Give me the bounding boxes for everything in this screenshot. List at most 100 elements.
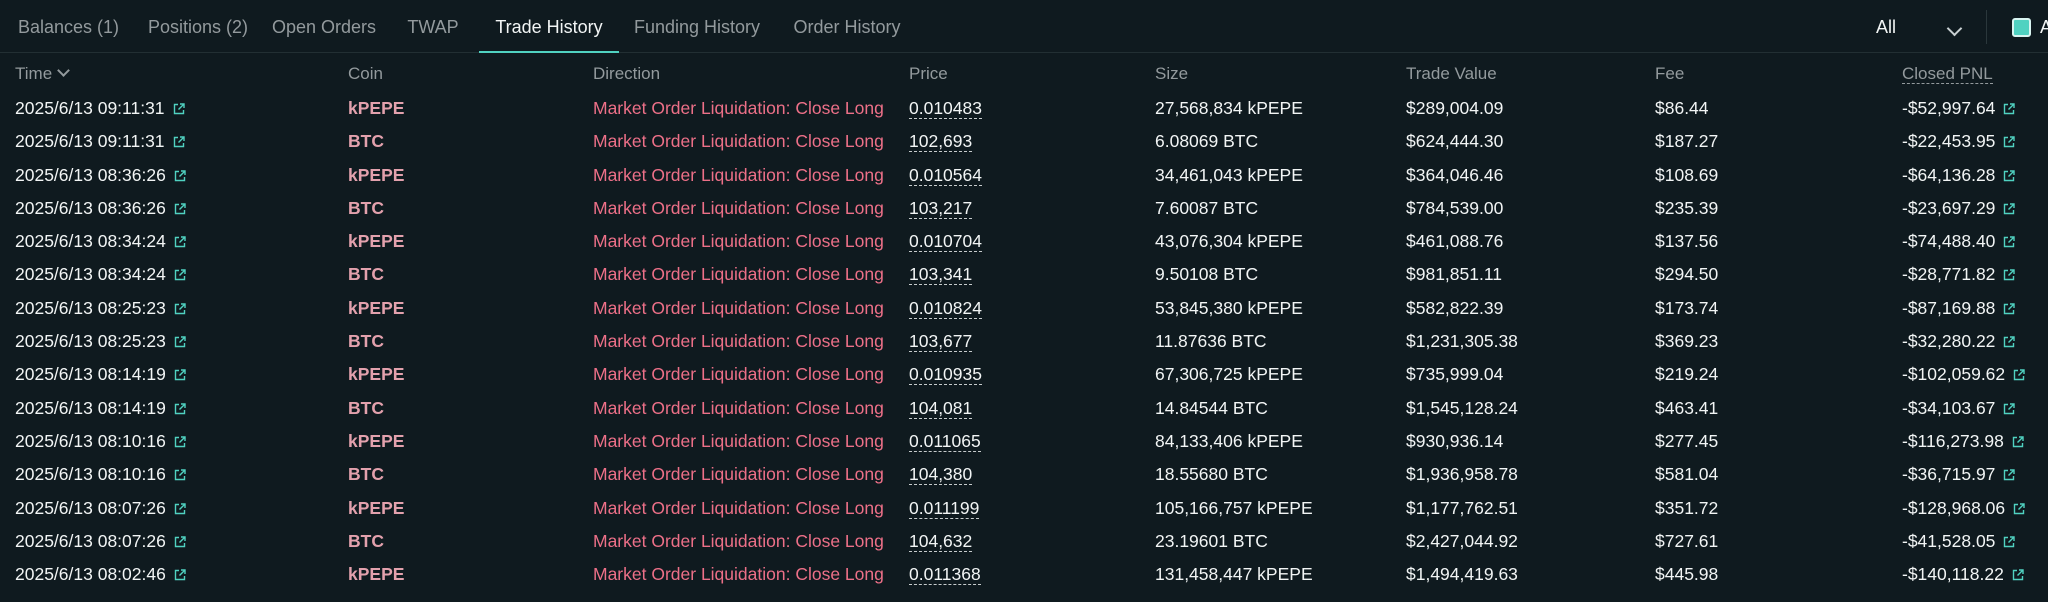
table-header: Time Coin Direction Price Size Trade Val… (0, 53, 2048, 95)
external-link-icon[interactable] (2012, 569, 2024, 581)
external-link-icon[interactable] (2003, 402, 2016, 415)
external-link-icon[interactable] (174, 269, 186, 281)
trade-coin[interactable]: BTC (348, 460, 384, 493)
trade-coin[interactable]: kPEPE (348, 227, 404, 260)
trade-coin[interactable]: kPEPE (348, 427, 404, 460)
tab-twap[interactable]: TWAP (389, 0, 477, 52)
trade-fee: $187.27 (1655, 131, 1719, 152)
trade-size: 84,133,406 kPEPE (1155, 430, 1303, 451)
trade-price: 0.010564 (909, 161, 982, 194)
trade-price: 103,217 (909, 194, 973, 227)
external-link-icon[interactable] (2003, 236, 2016, 248)
column-header-size: Size (1155, 64, 1189, 83)
external-link-icon[interactable] (174, 169, 186, 182)
column-header-price: Price (909, 64, 948, 83)
trade-coin[interactable]: kPEPE (348, 94, 404, 127)
trade-price-text: 0.010824 (909, 297, 982, 319)
trade-price: 103,341 (909, 260, 973, 293)
trade-time-text: 2025/6/13 08:14:19 (15, 364, 166, 385)
trade-coin[interactable]: BTC (348, 527, 384, 560)
trade-coin[interactable]: BTC (348, 194, 384, 227)
external-link-icon[interactable] (174, 303, 186, 315)
trade-coin[interactable]: BTC (348, 327, 384, 360)
external-link-icon[interactable] (2013, 502, 2025, 515)
trade-fee: $277.45 (1655, 430, 1719, 451)
table-row: 2025/6/13 08:14:19 kPEPE Market Order Liqu… (0, 360, 2048, 393)
chevron-down-icon[interactable] (1946, 20, 1963, 37)
trade-coin[interactable]: BTC (348, 260, 384, 293)
trade-time-text: 2025/6/13 09:11:31 (15, 131, 165, 152)
table-row: 2025/6/13 09:11:31 kPEPE Market Order Liqu… (0, 94, 2048, 127)
trade-value: $624,444.30 (1406, 131, 1504, 152)
trade-coin[interactable]: BTC (348, 127, 384, 160)
trade-direction: Market Order Liquidation: Close Long (593, 430, 884, 451)
external-link-icon[interactable] (2003, 469, 2016, 481)
trade-time-text: 2025/6/13 08:10:16 (15, 464, 166, 485)
trade-coin[interactable]: kPEPE (348, 161, 404, 194)
external-link-icon[interactable] (173, 136, 185, 148)
trade-time: 2025/6/13 08:36:26 (15, 194, 186, 227)
tab-positions[interactable]: Positions (2) (137, 0, 259, 52)
external-link-icon[interactable] (2003, 203, 2016, 215)
external-link-icon[interactable] (2003, 536, 2016, 548)
trade-coin[interactable]: BTC (348, 394, 384, 427)
external-link-icon[interactable] (174, 536, 186, 548)
trade-price-text: 102,693 (909, 131, 973, 153)
trade-time: 2025/6/13 08:25:23 (15, 294, 186, 327)
trade-coin[interactable]: kPEPE (348, 560, 404, 593)
trade-size: 43,076,304 kPEPE (1155, 231, 1303, 252)
external-link-icon[interactable] (174, 369, 186, 381)
trade-closed-pnl: -$140,118.22 (1902, 560, 2024, 593)
external-link-icon[interactable] (2003, 136, 2016, 148)
tab-order-history[interactable]: Order History (777, 0, 917, 52)
external-link-icon[interactable] (2013, 369, 2025, 381)
trade-price: 0.010824 (909, 294, 982, 327)
external-link-icon[interactable] (2003, 169, 2016, 182)
external-link-icon[interactable] (2003, 269, 2016, 281)
tab-trade-history[interactable]: Trade History (479, 0, 619, 53)
trade-coin[interactable]: kPEPE (348, 494, 404, 527)
external-link-icon[interactable] (174, 336, 186, 348)
table-row: 2025/6/13 08:34:24 BTC Market Order Liquid… (0, 260, 2048, 293)
external-link-icon[interactable] (173, 103, 185, 115)
trade-history-panel: Balances (1) Positions (2) Open Orders T… (0, 0, 2048, 602)
trade-time-text: 2025/6/13 08:02:46 (15, 564, 166, 585)
trade-time-text: 2025/6/13 08:34:24 (15, 264, 166, 285)
trade-closed-pnl: -$41,528.05 (1902, 527, 2016, 560)
trade-price: 0.011065 (909, 427, 981, 460)
tab-balances[interactable]: Balances (1) (0, 0, 137, 52)
external-link-icon[interactable] (174, 469, 186, 481)
external-link-icon[interactable] (2003, 103, 2016, 115)
trade-coin[interactable]: kPEPE (348, 360, 404, 393)
trade-time: 2025/6/13 08:10:16 (15, 427, 186, 460)
trade-price: 0.010483 (909, 94, 982, 127)
external-link-icon[interactable] (2012, 436, 2024, 448)
filter-checkbox[interactable] (2012, 18, 2031, 37)
external-link-icon[interactable] (174, 436, 186, 448)
trade-coin[interactable]: kPEPE (348, 294, 404, 327)
trade-size: 9.50108 BTC (1155, 264, 1259, 285)
external-link-icon[interactable] (2003, 303, 2016, 315)
external-link-icon[interactable] (174, 236, 186, 248)
trade-value: $364,046.46 (1406, 164, 1504, 185)
checkbox-label: A (2040, 17, 2048, 37)
trade-closed-pnl-text: -$34,103.67 (1902, 397, 1996, 418)
external-link-icon[interactable] (174, 569, 186, 581)
trade-value: $582,822.39 (1406, 297, 1504, 318)
trade-direction: Market Order Liquidation: Close Long (593, 464, 884, 485)
external-link-icon[interactable] (2003, 336, 2016, 348)
tab-open-orders[interactable]: Open Orders (259, 0, 389, 52)
trade-time: 2025/6/13 08:02:46 (15, 560, 186, 593)
column-header-closed-pnl[interactable]: Closed PNL (1902, 53, 1993, 95)
filter-select[interactable]: All (1876, 0, 1896, 52)
external-link-icon[interactable] (174, 402, 186, 415)
trade-price-text: 103,341 (909, 264, 973, 286)
trade-price-text: 104,081 (909, 397, 973, 419)
trade-time: 2025/6/13 09:11:31 (15, 94, 185, 127)
external-link-icon[interactable] (174, 502, 186, 515)
tab-funding-history[interactable]: Funding History (621, 0, 773, 52)
column-header-time[interactable]: Time (15, 53, 71, 95)
external-link-icon[interactable] (174, 203, 186, 215)
table-row: 2025/6/13 08:07:26 kPEPE Market Order Liqu… (0, 494, 2048, 527)
trade-time: 2025/6/13 08:14:19 (15, 394, 186, 427)
